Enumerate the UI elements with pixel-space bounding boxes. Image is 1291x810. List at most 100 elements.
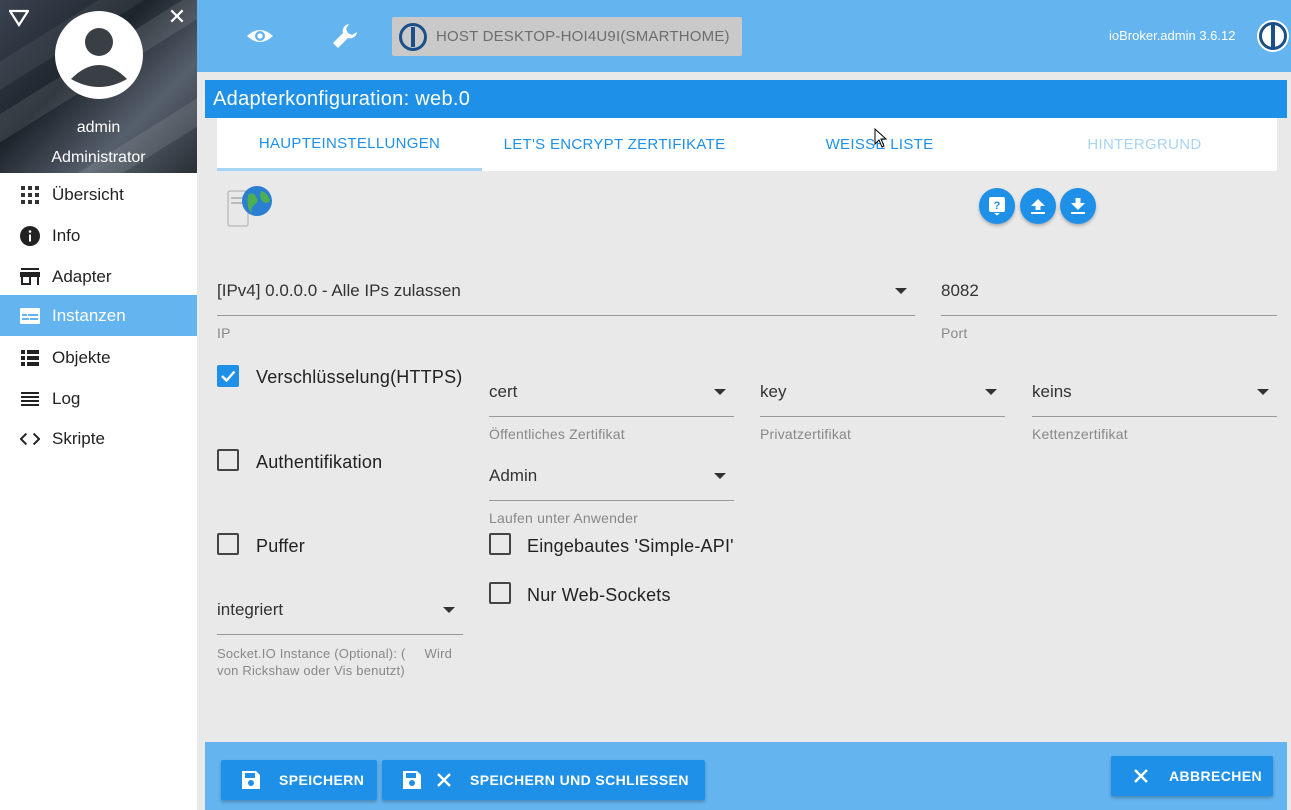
bottom-bar: SPEICHERN SPEICHERN UND SCHLIESSEN ABBRE… [205, 742, 1287, 810]
cert-select[interactable]: cert [489, 376, 734, 418]
code-icon [20, 429, 40, 449]
wrench-icon[interactable] [331, 22, 359, 50]
sidebar-item-instanzen[interactable]: Instanzen [0, 295, 197, 336]
web-sockets-label: Nur Web-Sockets [527, 585, 671, 605]
socketio-value: integriert [217, 600, 284, 619]
cache-checkbox[interactable] [217, 533, 239, 555]
web-sockets-checkbox[interactable] [489, 582, 511, 604]
sidebar-item-label: Objekte [52, 347, 111, 367]
store-icon [20, 267, 40, 287]
auth-checkbox[interactable] [217, 449, 239, 471]
close-icon [1134, 769, 1148, 783]
host-selector[interactable]: HOST DESKTOP-HOI4U9I(SMARTHOME) [392, 17, 742, 56]
socketio-label-line2: von Rickshaw oder Vis benutzt) [217, 663, 405, 678]
sidebar: ✕ admin Administrator Übersicht Info Ada… [0, 0, 197, 810]
socketio-label-line1: Socket.IO Instance (Optional): ( Wird [217, 646, 453, 661]
download-icon [1071, 198, 1085, 214]
sidebar-item-label: Adapter [52, 266, 112, 286]
cache-label: Puffer [256, 536, 305, 556]
download-button[interactable] [1060, 188, 1096, 224]
sidebar-item-label: Info [52, 225, 81, 245]
ip-value: [IPv4] 0.0.0.0 - Alle IPs zulassen [217, 281, 461, 300]
sidebar-item-label: Skripte [52, 428, 105, 448]
simple-api-checkbox[interactable] [489, 533, 511, 555]
sidebar-header: ✕ admin Administrator [0, 0, 197, 173]
sidebar-item-uebersicht[interactable]: Übersicht [0, 174, 197, 215]
close-sidebar-icon[interactable]: ✕ [166, 6, 188, 28]
help-icon: ? [989, 197, 1005, 216]
host-name: HOST DESKTOP-HOI4U9I(SMARTHOME) [436, 28, 730, 45]
cert-label: Öffentliches Zertifikat [489, 426, 625, 442]
iobroker-logo-icon [399, 22, 427, 51]
cert-value: cert [489, 382, 518, 401]
tab-hintergrund[interactable]: HINTERGRUND [1012, 118, 1277, 171]
tab-lets-encrypt[interactable]: LET'S ENCRYPT ZERTIFIKATE [482, 118, 747, 171]
list-icon [20, 348, 40, 368]
version-label: ioBroker.admin 3.6.12 [1109, 28, 1236, 43]
port-input[interactable]: 8082 [941, 275, 1277, 317]
dropdown-arrow-icon [895, 288, 907, 294]
dropdown-arrow-icon [443, 607, 455, 613]
chain-value: keins [1032, 382, 1072, 401]
sidebar-item-label: Log [52, 388, 81, 408]
auth-label: Authentifikation [256, 452, 383, 472]
upload-button[interactable] [1020, 188, 1056, 224]
instances-icon [20, 306, 40, 326]
ip-select[interactable]: [IPv4] 0.0.0.0 - Alle IPs zulassen [217, 275, 915, 317]
dropdown-arrow-icon [1257, 389, 1269, 395]
top-bar: HOST DESKTOP-HOI4U9I(SMARTHOME) ioBroker… [197, 0, 1291, 72]
ip-label: IP [217, 325, 231, 341]
mouse-cursor-icon [874, 128, 888, 148]
dropdown-arrow-icon [714, 473, 726, 479]
user-role: Administrator [51, 149, 146, 166]
key-label: Privatzertifikat [760, 426, 852, 442]
tab-haupteinstellungen[interactable]: HAUPTEINSTELLUNGEN [217, 118, 482, 171]
eye-icon[interactable] [245, 23, 275, 49]
log-icon [20, 389, 40, 409]
svg-text:?: ? [994, 200, 1001, 212]
chain-label: Kettenzertifikat [1032, 426, 1128, 442]
sidebar-item-objekte[interactable]: Objekte [0, 337, 197, 378]
upload-icon [1031, 199, 1045, 214]
key-select[interactable]: key [760, 376, 1005, 418]
menu-toggle-icon[interactable] [9, 9, 29, 27]
save-icon [403, 771, 421, 789]
dropdown-arrow-icon [985, 389, 997, 395]
sidebar-item-label: Instanzen [52, 305, 126, 325]
default-user-label: Laufen unter Anwender [489, 510, 638, 526]
sidebar-item-adapter[interactable]: Adapter [0, 256, 197, 297]
cancel-label: ABBRECHEN [1169, 768, 1263, 784]
port-label: Port [941, 325, 968, 341]
save-button[interactable]: SPEICHERN [221, 760, 377, 800]
dropdown-arrow-icon [714, 389, 726, 395]
cancel-button[interactable]: ABBRECHEN [1111, 756, 1273, 796]
web-adapter-icon [227, 186, 272, 227]
https-checkbox[interactable] [217, 365, 239, 387]
save-close-button[interactable]: SPEICHERN UND SCHLIESSEN [382, 760, 705, 800]
save-label: SPEICHERN [279, 772, 365, 788]
sidebar-item-info[interactable]: Info [0, 215, 197, 256]
socketio-select[interactable]: integriert [217, 594, 463, 636]
https-label: Verschlüsselung(HTTPS) [256, 367, 463, 387]
avatar [55, 11, 143, 99]
close-icon [437, 773, 451, 787]
check-icon [221, 370, 236, 383]
default-user-value: Admin [489, 466, 538, 485]
sidebar-item-skripte[interactable]: Skripte [0, 418, 197, 459]
save-icon [242, 771, 260, 789]
simple-api-label: Eingebautes 'Simple-API' [527, 536, 734, 556]
user-name: admin [76, 119, 121, 136]
sidebar-item-log[interactable]: Log [0, 378, 197, 419]
key-value: key [760, 382, 787, 401]
grid-icon [20, 185, 40, 205]
default-user-select[interactable]: Admin [489, 460, 734, 502]
port-value: 8082 [941, 281, 979, 300]
help-button[interactable]: ? [979, 188, 1015, 224]
panel-title: Adapterkonfiguration: web.0 [205, 80, 1287, 118]
chain-select[interactable]: keins [1032, 376, 1277, 418]
iobroker-logo-icon [1257, 20, 1289, 52]
save-close-label: SPEICHERN UND SCHLIESSEN [470, 772, 689, 788]
tab-bar: HAUPTEINSTELLUNGEN LET'S ENCRYPT ZERTIFI… [217, 118, 1277, 171]
info-icon [20, 225, 40, 246]
sidebar-item-label: Übersicht [52, 184, 124, 204]
